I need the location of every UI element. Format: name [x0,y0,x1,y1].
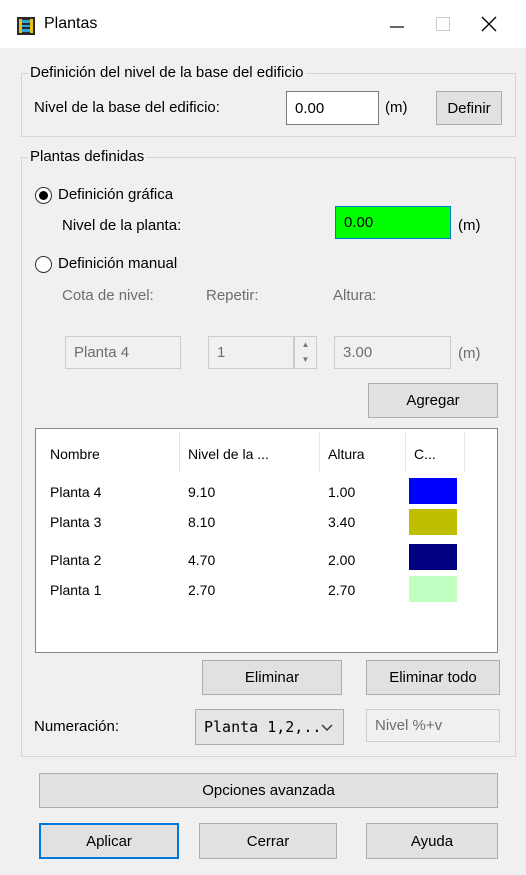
base-level-input[interactable]: 0.00 [286,91,379,125]
table-row-level[interactable]: 8.10 [188,514,215,530]
repeat-spinner[interactable]: ▲ ▼ [294,336,317,369]
cota-input[interactable]: Planta 4 [65,336,181,369]
col-header-color[interactable]: C... [414,446,436,462]
base-level-unit: (m) [385,99,408,116]
table-row-color-swatch[interactable] [409,478,457,504]
help-button[interactable]: Ayuda [366,823,498,859]
numbering-select-value: Planta 1,2,.. [204,718,322,736]
repeat-label: Repetir: [206,287,259,304]
define-button[interactable]: Definir [436,91,502,125]
maximize-icon [436,17,450,31]
delete-button[interactable]: Eliminar [202,660,342,695]
close-dialog-button[interactable]: Cerrar [199,823,337,859]
plant-level-label: Nivel de la planta: [62,217,182,234]
numbering-format-input[interactable]: Nivel %+v [366,709,500,742]
manual-radio[interactable] [35,256,52,273]
graphic-radio-label[interactable]: Definición gráfica [58,186,173,203]
table-row-name[interactable]: Planta 1 [50,582,101,598]
maximize-button[interactable] [420,6,466,42]
window-title: Plantas [44,15,98,32]
apply-button[interactable]: Aplicar [39,823,179,859]
col-header-level[interactable]: Nivel de la ... [188,446,269,462]
height-label: Altura: [333,287,377,304]
base-level-label: Nivel de la base del edificio: [34,99,220,116]
table-row-name[interactable]: Planta 4 [50,484,101,500]
col-header-name[interactable]: Nombre [50,446,100,462]
repeat-input[interactable]: 1 [208,336,294,369]
table-row-name[interactable]: Planta 3 [50,514,101,530]
spin-down-icon[interactable]: ▼ [295,352,316,367]
plant-level-input[interactable]: 0.00 [335,206,451,239]
table-row-height[interactable]: 2.70 [328,582,355,598]
cota-label: Cota de nivel: [62,287,154,304]
table-row-color-swatch[interactable] [409,544,457,570]
close-icon [481,16,497,32]
building-floors-icon [17,17,35,35]
base-level-legend: Definición del nivel de la base del edif… [28,64,306,81]
table-row-level[interactable]: 9.10 [188,484,215,500]
table-row-level[interactable]: 4.70 [188,552,215,568]
radio-dot-icon [39,191,48,200]
advanced-options-button[interactable]: Opciones avanzada [39,773,498,808]
table-row-height[interactable]: 2.00 [328,552,355,568]
plants-table[interactable]: Nombre Nivel de la ... Altura C... Plant… [35,428,498,653]
chevron-down-icon [321,724,333,731]
close-button[interactable] [466,6,512,42]
height-unit: (m) [458,345,481,362]
numbering-select[interactable]: Planta 1,2,.. [195,709,344,745]
table-row-color-swatch[interactable] [409,509,457,535]
plant-level-unit: (m) [458,217,481,234]
table-row-height[interactable]: 3.40 [328,514,355,530]
manual-radio-label[interactable]: Definición manual [58,255,177,272]
col-header-height[interactable]: Altura [328,446,365,462]
delete-all-button[interactable]: Eliminar todo [366,660,500,695]
plants-legend: Plantas definidas [28,148,147,165]
graphic-radio[interactable] [35,187,52,204]
add-button[interactable]: Agregar [368,383,498,418]
height-input[interactable]: 3.00 [334,336,451,369]
table-row-level[interactable]: 2.70 [188,582,215,598]
minimize-icon [390,26,404,28]
minimize-button[interactable] [374,6,420,42]
table-row-name[interactable]: Planta 2 [50,552,101,568]
numbering-label: Numeración: [34,718,120,735]
table-row-height[interactable]: 1.00 [328,484,355,500]
table-row-color-swatch[interactable] [409,576,457,602]
spin-up-icon[interactable]: ▲ [295,337,316,352]
